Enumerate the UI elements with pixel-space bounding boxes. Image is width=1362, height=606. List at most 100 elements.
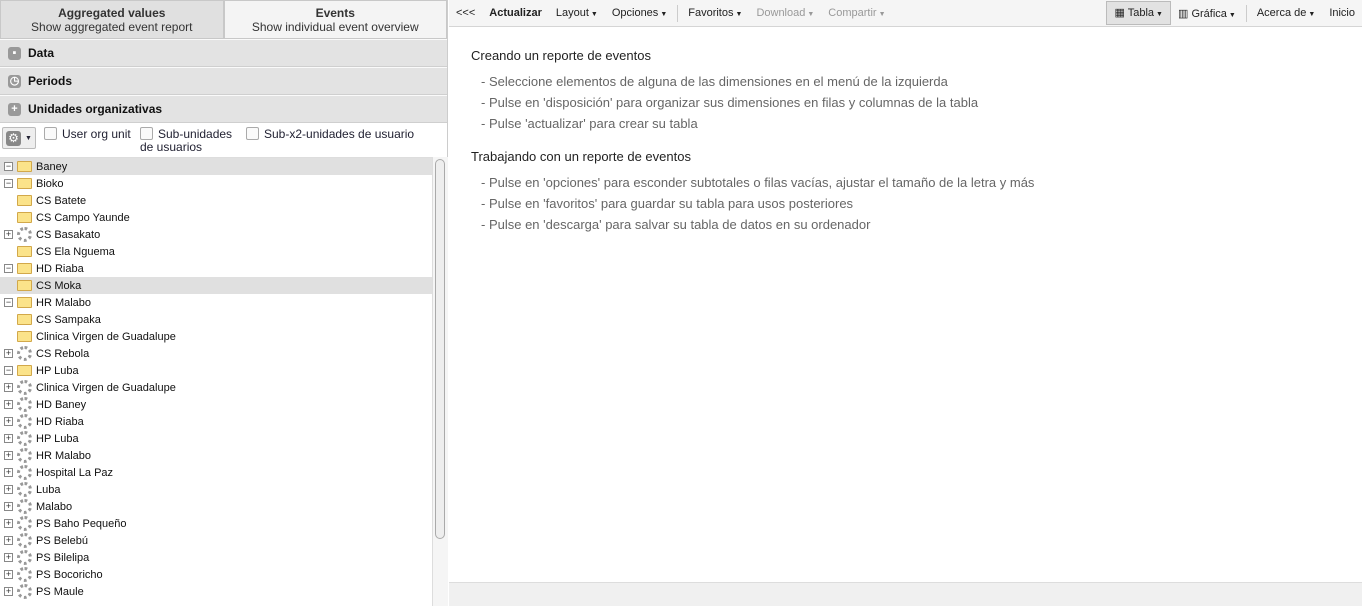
tree-node-label: CS Rebola <box>36 347 90 360</box>
tree-node-label: HP Luba <box>36 432 79 445</box>
tree-node[interactable]: + PS Bocoricho <box>0 566 432 583</box>
accordion-org-units[interactable]: + Unidades organizativas <box>0 95 447 123</box>
update-button[interactable]: Actualizar <box>482 7 549 19</box>
tree-node[interactable]: − Bioko <box>0 175 432 192</box>
label: Download <box>756 7 806 19</box>
tree-node[interactable]: + HR Malabo <box>0 447 432 464</box>
label: Tabla <box>1127 7 1155 19</box>
tree-node[interactable]: + CS Rebola <box>0 345 432 362</box>
expand-icon[interactable]: + <box>4 519 13 528</box>
expand-icon[interactable]: + <box>4 230 13 239</box>
loading-icon <box>17 499 32 514</box>
plus-icon: + <box>8 102 21 116</box>
checkbox[interactable] <box>246 127 259 140</box>
collapse-icon[interactable]: − <box>4 179 13 188</box>
loading-icon <box>17 465 32 480</box>
accordion-periods[interactable]: ◷ Periods <box>0 67 447 95</box>
accordion-data[interactable]: ▪ Data <box>0 39 447 67</box>
tree-node-label: HD Baney <box>36 398 87 411</box>
tree-node[interactable]: + HP Luba <box>0 430 432 447</box>
folder-icon <box>17 161 32 172</box>
sub-x2-units-checkbox[interactable]: Sub-x2-unidades de usuario <box>246 127 414 141</box>
folder-icon <box>17 212 32 223</box>
caret-down-icon: ▼ <box>1228 11 1236 19</box>
checkbox[interactable] <box>140 127 153 140</box>
expand-icon[interactable]: + <box>4 349 13 358</box>
scrollbar-thumb[interactable] <box>435 159 445 539</box>
accordion-label: Unidades organizativas <box>28 102 163 116</box>
tree-node[interactable]: CS Ela Nguema <box>0 243 432 260</box>
list-item: - Pulse en 'favoritos' para guardar su t… <box>481 196 854 211</box>
tree-node[interactable]: CS Moka <box>0 277 432 294</box>
tree-node[interactable]: CS Campo Yaunde <box>0 209 432 226</box>
expand-icon[interactable]: + <box>4 570 13 579</box>
expand-icon[interactable]: + <box>4 485 13 494</box>
table-button[interactable]: ▦ Tabla ▼ <box>1106 1 1171 25</box>
clock-icon: ◷ <box>8 74 21 88</box>
tree-node[interactable]: − HP Luba <box>0 362 432 379</box>
tree-node[interactable]: CS Batete <box>0 192 432 209</box>
loading-icon <box>17 482 32 497</box>
loading-icon <box>17 584 32 599</box>
expand-icon[interactable]: + <box>4 468 13 477</box>
options-button[interactable]: Opciones ▼ <box>605 7 674 19</box>
tree-node[interactable]: + PS Bilelipa <box>0 549 432 566</box>
tree-node[interactable]: + HD Baney <box>0 396 432 413</box>
share-button[interactable]: Compartir ▼ <box>821 7 892 19</box>
tree-node[interactable]: − Baney <box>0 158 432 175</box>
chart-button[interactable]: ▥ Gráfica ▼ <box>1171 7 1243 20</box>
tab-aggregated-values[interactable]: Aggregated values Show aggregated event r… <box>0 0 224 39</box>
tree-node[interactable]: + Malabo <box>0 498 432 515</box>
layout-button[interactable]: Layout ▼ <box>549 7 605 19</box>
tree-node-label: CS Basakato <box>36 228 101 241</box>
collapse-button[interactable]: <<< <box>449 7 482 19</box>
bar-chart-icon: ▥ <box>1177 7 1192 20</box>
tree-node[interactable]: CS Sampaka <box>0 311 432 328</box>
data-icon: ▪ <box>8 46 21 60</box>
tree-node[interactable]: − HR Malabo <box>0 294 432 311</box>
collapse-icon[interactable]: − <box>4 298 13 307</box>
tree-node[interactable]: + PS Maule <box>0 583 432 600</box>
tree-node[interactable]: + HD Riaba <box>0 413 432 430</box>
accordion-label: Data <box>28 46 55 60</box>
expand-icon[interactable]: + <box>4 536 13 545</box>
tree-node[interactable]: + Luba <box>0 481 432 498</box>
tree-scrollbar[interactable] <box>432 157 448 606</box>
sub-units-checkbox[interactable]: Sub-unidades de usuarios <box>140 127 240 154</box>
expand-icon[interactable]: + <box>4 417 13 426</box>
tab-events[interactable]: Events Show individual event overview <box>223 0 447 39</box>
tree-node-label: HP Luba <box>36 364 79 377</box>
settings-menu-button[interactable]: ⚙ ▼ <box>2 127 36 149</box>
instructions-list: - Seleccione elementos de alguna de las … <box>471 71 1340 134</box>
expand-icon[interactable]: + <box>4 587 13 596</box>
tree-node-label: Clinica Virgen de Guadalupe <box>36 381 176 394</box>
user-org-unit-checkbox[interactable]: User org unit <box>44 127 134 141</box>
tree-node[interactable]: − HD Riaba <box>0 260 432 277</box>
expand-icon[interactable]: + <box>4 400 13 409</box>
tree-node[interactable]: Clinica Virgen de Guadalupe <box>0 328 432 345</box>
expand-icon[interactable]: + <box>4 502 13 511</box>
expand-icon[interactable]: + <box>4 451 13 460</box>
loading-icon <box>17 431 32 446</box>
download-button[interactable]: Download ▼ <box>749 7 821 19</box>
home-button[interactable]: Inicio <box>1322 7 1362 19</box>
tree-node[interactable]: + CS Basakato <box>0 226 432 243</box>
collapse-icon[interactable]: − <box>4 162 13 171</box>
tree-node-label: Malabo <box>36 500 73 513</box>
checkbox[interactable] <box>44 127 57 140</box>
tree-node[interactable]: + Hospital La Paz <box>0 464 432 481</box>
folder-icon <box>17 314 32 325</box>
caret-down-icon: ▼ <box>735 11 743 18</box>
about-button[interactable]: Acerca de ▼ <box>1250 7 1322 19</box>
tree-node[interactable]: + PS Baho Pequeño <box>0 515 432 532</box>
tree-node[interactable]: + Clinica Virgen de Guadalupe <box>0 379 432 396</box>
expand-icon[interactable]: + <box>4 434 13 443</box>
collapse-icon[interactable]: − <box>4 264 13 273</box>
collapse-icon[interactable]: − <box>4 366 13 375</box>
tree-node[interactable]: + PS Belebú <box>0 532 432 549</box>
expand-icon[interactable]: + <box>4 383 13 392</box>
expand-icon[interactable]: + <box>4 553 13 562</box>
favorites-button[interactable]: Favoritos ▼ <box>681 7 749 19</box>
